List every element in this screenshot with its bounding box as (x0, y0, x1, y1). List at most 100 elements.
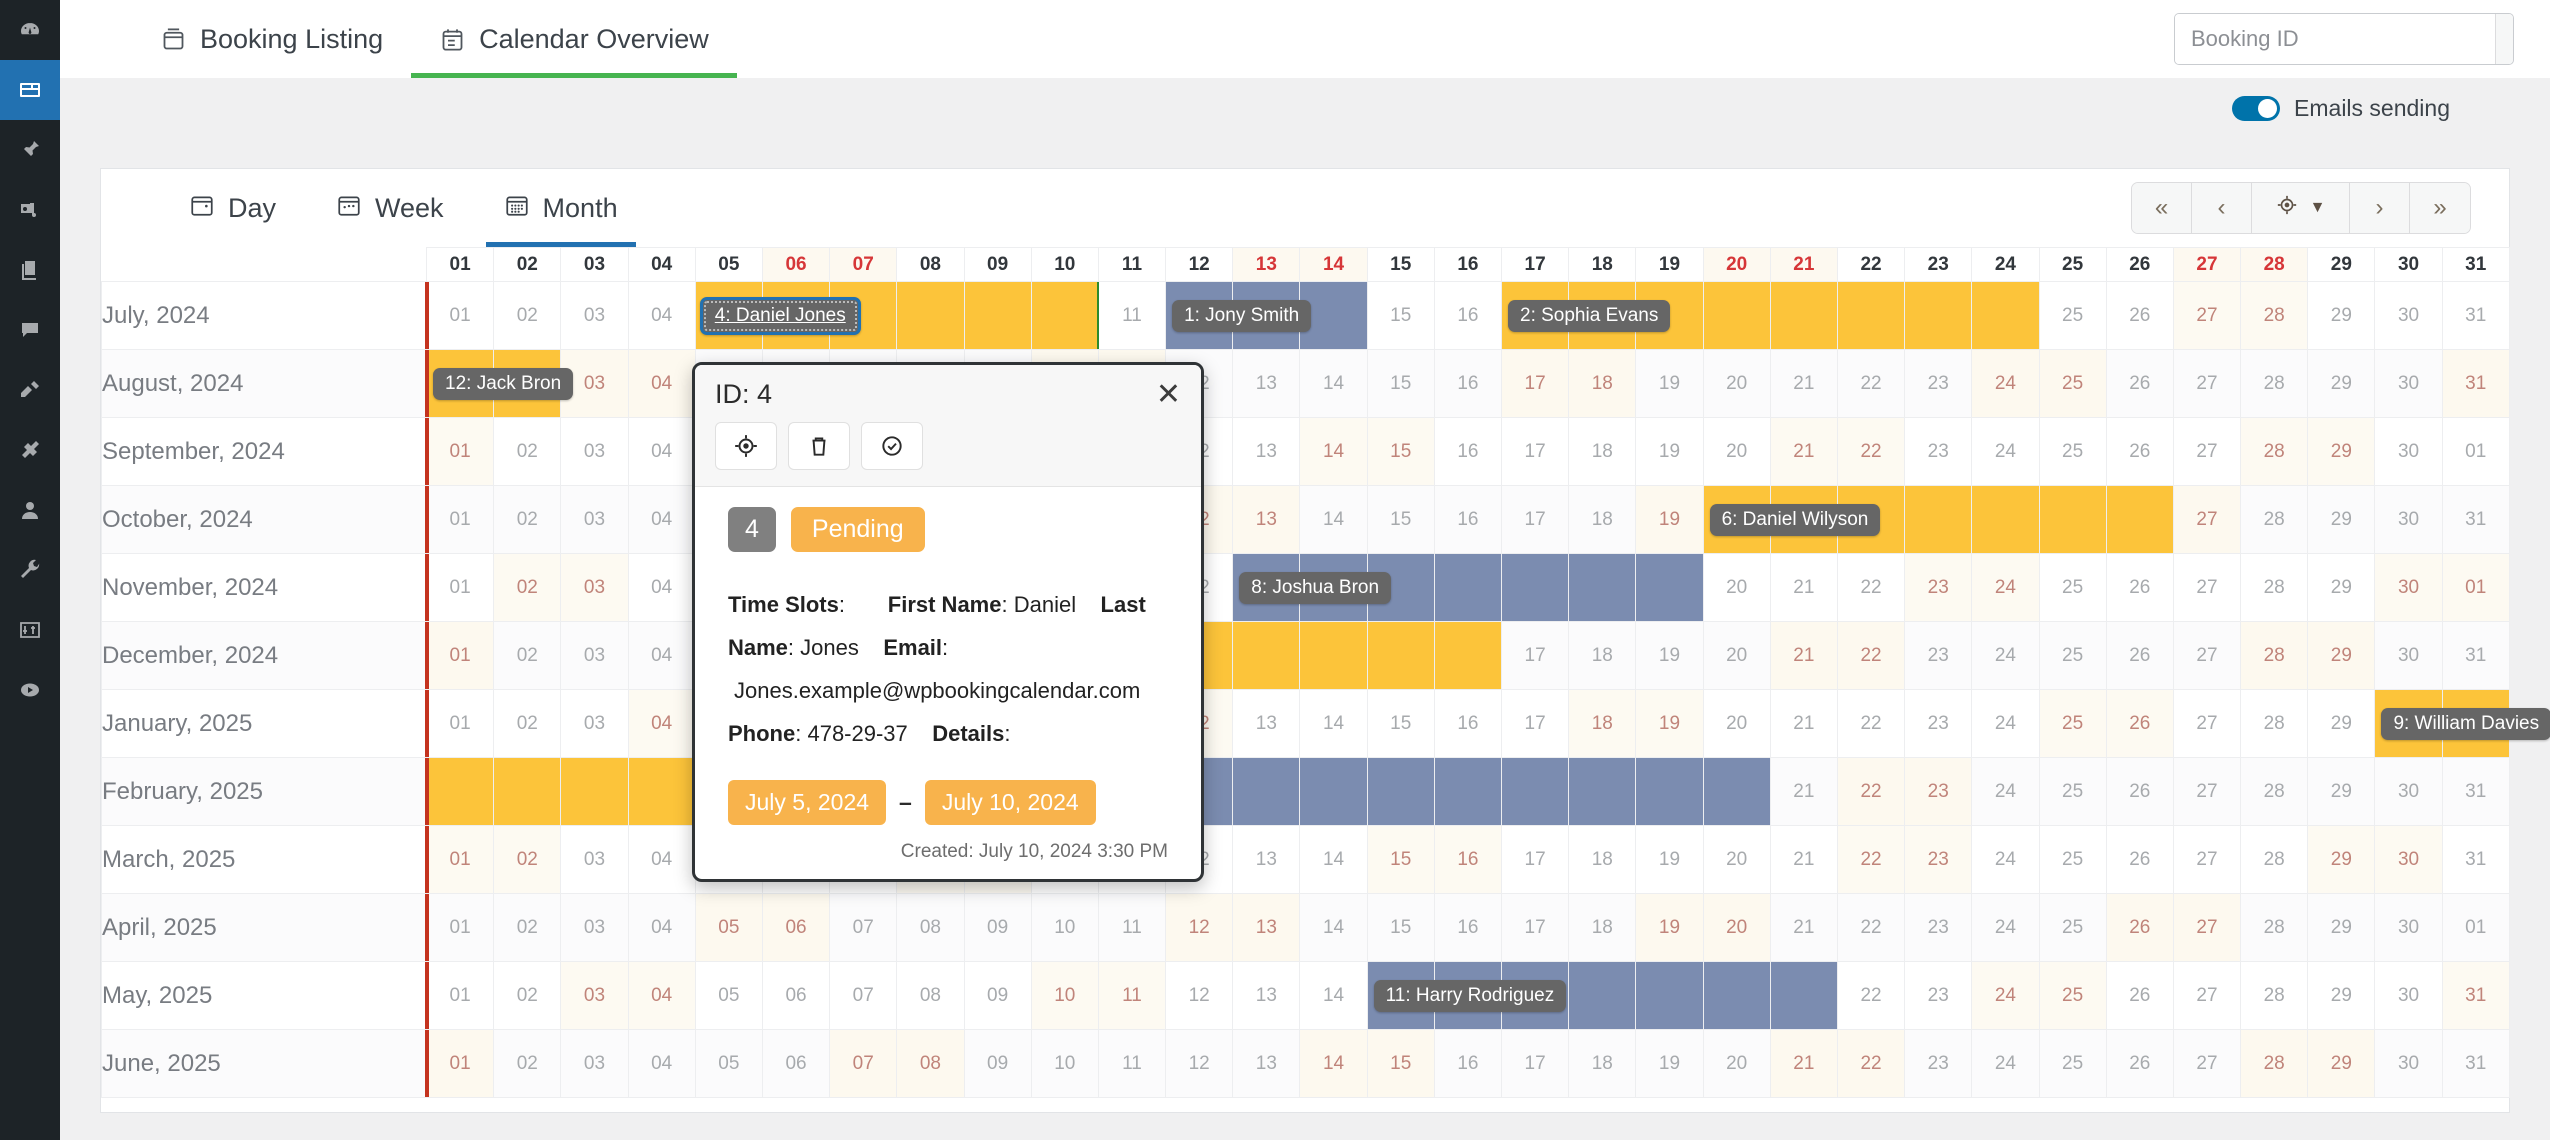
day-cell[interactable]: 01 (427, 282, 494, 350)
tab-month[interactable]: Month (474, 169, 648, 247)
emails-sending-toggle[interactable] (2232, 96, 2280, 121)
day-cell[interactable]: 17 (1502, 350, 1569, 418)
day-cell[interactable]: 01 (427, 418, 494, 486)
day-cell[interactable]: 01 (427, 554, 494, 622)
day-cell[interactable]: 29 (2308, 758, 2375, 826)
booking-label[interactable]: 2: Sophia Evans (1508, 300, 1670, 332)
day-cell[interactable]: 21 (1770, 350, 1837, 418)
day-cell[interactable]: 16 (1434, 894, 1501, 962)
day-cell[interactable]: 29 (2308, 1030, 2375, 1098)
day-cell[interactable]: 21 (1770, 418, 1837, 486)
day-cell[interactable]: 31 (2442, 282, 2509, 350)
day-cell[interactable]: 15 (1367, 894, 1434, 962)
day-cell[interactable]: 18 (1569, 486, 1636, 554)
day-cell[interactable]: 31 (2442, 350, 2509, 418)
day-cell[interactable]: 14 (1300, 894, 1367, 962)
day-cell[interactable]: 30 (2375, 894, 2442, 962)
comments-icon[interactable] (0, 300, 60, 360)
day-cell[interactable]: 21 (1770, 758, 1837, 826)
day-cell[interactable]: 30 (2375, 1030, 2442, 1098)
day-cell[interactable]: 30 (2375, 350, 2442, 418)
day-cell[interactable]: 02 (494, 622, 561, 690)
day-cell[interactable]: 06 (762, 1030, 829, 1098)
day-cell[interactable]: 18 (1569, 894, 1636, 962)
day-cell[interactable]: 21 (1770, 554, 1837, 622)
day-cell[interactable]: 09 (964, 894, 1031, 962)
day-cell[interactable] (1770, 282, 1837, 350)
day-cell[interactable]: 16 (1434, 486, 1501, 554)
day-cell[interactable] (494, 758, 561, 826)
day-cell[interactable] (1367, 758, 1434, 826)
day-cell[interactable]: 04 (628, 894, 695, 962)
day-cell[interactable]: 26 (2106, 418, 2173, 486)
day-cell[interactable]: 03 (561, 962, 628, 1030)
day-cell[interactable]: 11 (1098, 894, 1165, 962)
day-cell[interactable]: 23 (1905, 418, 1972, 486)
day-cell[interactable]: 27 (2173, 486, 2240, 554)
day-cell[interactable]: 26 (2106, 282, 2173, 350)
day-cell[interactable]: 01 (427, 894, 494, 962)
day-cell[interactable]: 21 (1770, 622, 1837, 690)
day-cell[interactable]: 24 (1972, 350, 2039, 418)
day-cell[interactable]: 18 (1569, 1030, 1636, 1098)
day-cell[interactable]: 08 (897, 894, 964, 962)
day-cell[interactable] (427, 758, 494, 826)
day-cell[interactable]: 26 (2106, 554, 2173, 622)
approve-check-icon[interactable] (861, 422, 923, 470)
day-cell[interactable]: 20 (1703, 894, 1770, 962)
day-cell[interactable]: 18 (1569, 622, 1636, 690)
day-cell[interactable]: 13 (1233, 894, 1300, 962)
day-cell[interactable]: 23 (1905, 894, 1972, 962)
day-cell[interactable]: 6: Daniel Wilyson (1703, 486, 1770, 554)
day-cell[interactable]: 19 (1636, 418, 1703, 486)
day-cell[interactable]: 15 (1367, 282, 1434, 350)
day-cell[interactable]: 11 (1098, 1030, 1165, 1098)
day-cell[interactable]: 17 (1502, 826, 1569, 894)
day-cell[interactable]: 24 (1972, 1030, 2039, 1098)
day-cell[interactable]: 27 (2173, 690, 2240, 758)
day-cell[interactable]: 24 (1972, 622, 2039, 690)
day-cell[interactable]: 30 (2375, 282, 2442, 350)
day-cell[interactable]: 25 (2039, 554, 2106, 622)
day-cell[interactable]: 01 (2442, 894, 2509, 962)
day-cell[interactable]: 26 (2106, 894, 2173, 962)
day-cell[interactable]: 27 (2173, 282, 2240, 350)
day-cell[interactable]: 13 (1233, 350, 1300, 418)
day-cell[interactable] (628, 758, 695, 826)
day-cell[interactable]: 02 (494, 894, 561, 962)
day-cell[interactable]: 17 (1502, 486, 1569, 554)
day-cell[interactable]: 20 (1703, 690, 1770, 758)
day-cell[interactable]: 25 (2039, 622, 2106, 690)
day-cell[interactable]: 24 (1972, 826, 2039, 894)
day-cell[interactable] (561, 758, 628, 826)
day-cell[interactable] (1972, 486, 2039, 554)
day-cell[interactable]: 13 (1233, 962, 1300, 1030)
day-cell[interactable]: 03 (561, 282, 628, 350)
day-cell[interactable]: 13 (1233, 826, 1300, 894)
booking-label[interactable]: 1: Jony Smith (1172, 300, 1311, 332)
day-cell[interactable]: 27 (2173, 418, 2240, 486)
day-cell[interactable]: 25 (2039, 1030, 2106, 1098)
day-cell[interactable]: 26 (2106, 350, 2173, 418)
day-cell[interactable]: 28 (2241, 282, 2308, 350)
day-cell[interactable]: 27 (2173, 622, 2240, 690)
media-icon[interactable] (0, 180, 60, 240)
day-cell[interactable]: 15 (1367, 350, 1434, 418)
day-cell[interactable] (2106, 486, 2173, 554)
booking-label[interactable]: 4: Daniel Jones (700, 297, 861, 335)
day-cell[interactable]: 28 (2241, 962, 2308, 1030)
day-cell[interactable] (1300, 758, 1367, 826)
day-cell[interactable]: 02 (494, 282, 561, 350)
nav-last-button[interactable]: » (2410, 183, 2470, 233)
day-cell[interactable]: 13 (1233, 690, 1300, 758)
day-cell[interactable] (1233, 758, 1300, 826)
day-cell[interactable]: 01 (2442, 554, 2509, 622)
day-cell[interactable]: 28 (2241, 486, 2308, 554)
day-cell[interactable]: 23 (1905, 350, 1972, 418)
day-cell[interactable]: 08 (897, 962, 964, 1030)
day-cell[interactable]: 2: Sophia Evans (1502, 282, 1569, 350)
day-cell[interactable]: 14 (1300, 826, 1367, 894)
day-cell[interactable]: 29 (2308, 418, 2375, 486)
day-cell[interactable]: 10 (1031, 962, 1098, 1030)
day-cell[interactable]: 18 (1569, 690, 1636, 758)
